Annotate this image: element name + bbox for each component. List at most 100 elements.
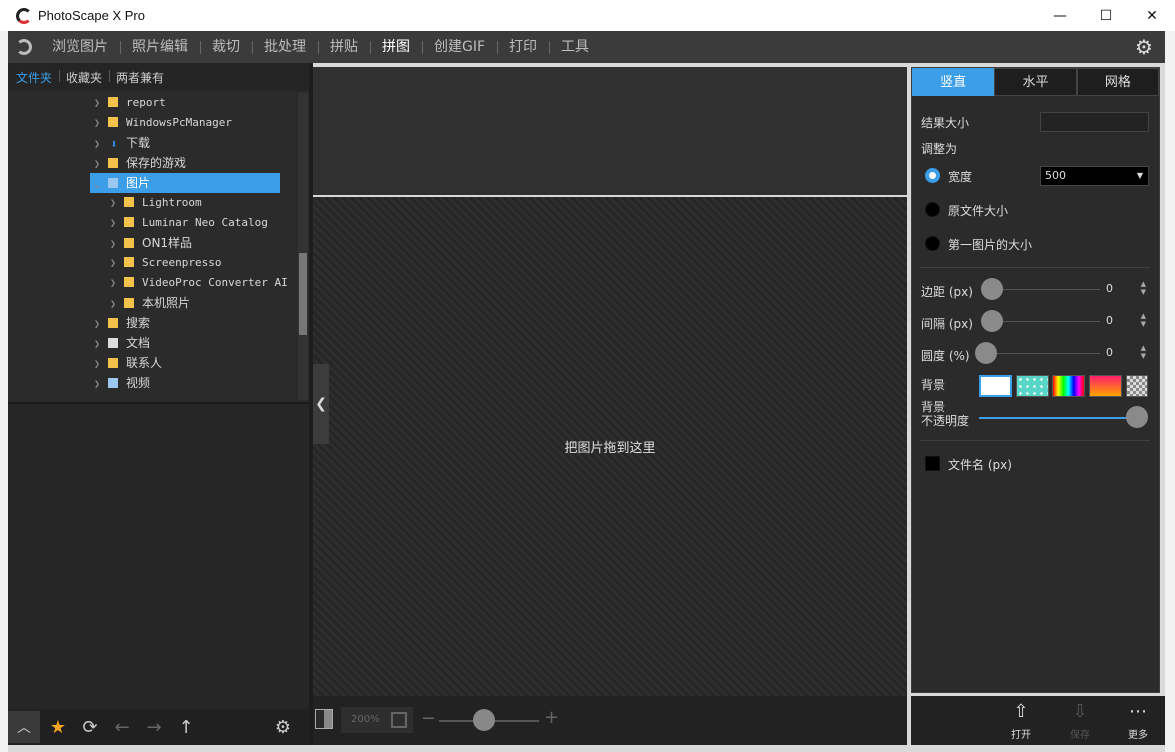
close-button[interactable]: ✕ — [1129, 0, 1175, 31]
background-rainbow-swatch[interactable] — [1052, 375, 1085, 397]
tree-item-pictures[interactable]: ⌄ 图片 — [90, 173, 280, 193]
tree-item-saved-games[interactable]: ❯ 保存的游戏 — [90, 153, 186, 173]
menu-create-gif[interactable]: 创建GIF — [422, 31, 497, 63]
refresh-icon[interactable]: ⟳ — [74, 711, 106, 743]
zoom-in-icon[interactable]: + — [544, 707, 559, 728]
favorite-star-icon[interactable]: ★ — [42, 711, 74, 743]
split-view-icon[interactable] — [315, 709, 333, 729]
background-gradient-swatch[interactable] — [1089, 375, 1122, 397]
menu-print[interactable]: 打印 — [497, 31, 549, 63]
tree-item-lightroom[interactable]: ❯ Lightroom — [106, 193, 202, 213]
tree-item-windowspcmanager[interactable]: ❯ WindowsPcManager — [90, 113, 232, 133]
roundness-number[interactable]: 0 ▲ ▼ — [1106, 344, 1150, 362]
opacity-slider-track[interactable] — [979, 417, 1129, 419]
tree-item-videos[interactable]: ❯ 视频 — [90, 373, 150, 393]
tree-item-documents[interactable]: ❯ 文档 — [90, 333, 150, 353]
menu-cut-out[interactable]: 裁切 — [200, 31, 252, 63]
tree-item-report[interactable]: ❯ report — [90, 93, 166, 113]
image-strip[interactable] — [313, 67, 907, 195]
tab-horizontal[interactable]: 水平 — [994, 68, 1077, 96]
opacity-slider-handle[interactable] — [1126, 406, 1148, 428]
browser-settings-gear-icon[interactable]: ⚙ — [267, 711, 299, 743]
menu-collage[interactable]: 拼贴 — [318, 31, 370, 63]
fit-to-screen-icon[interactable] — [391, 712, 407, 728]
margin-number[interactable]: 0 ▲ ▼ — [1106, 280, 1150, 298]
spacing-slider-track[interactable] — [992, 321, 1100, 322]
background-transparent-swatch[interactable] — [1126, 375, 1148, 397]
tree-item-contacts[interactable]: ❯ 联系人 — [90, 353, 162, 373]
chevron-right-icon[interactable]: ❯ — [90, 315, 104, 335]
browser-tabs: 文件夹 收藏夹 两者兼有 — [8, 63, 309, 91]
chevron-right-icon[interactable]: ❯ — [90, 355, 104, 375]
save-button[interactable]: ⇩ 保存 — [1060, 700, 1100, 741]
margin-slider-handle[interactable] — [981, 278, 1003, 300]
first-image-size-radio[interactable] — [925, 236, 940, 251]
chevron-right-icon[interactable]: ❯ — [106, 194, 120, 214]
tree-scroll-thumb[interactable] — [299, 253, 307, 335]
settings-gear-icon[interactable]: ⚙ — [1133, 36, 1155, 58]
tree-item-search[interactable]: ❯ 搜索 — [90, 313, 150, 333]
filename-checkbox[interactable] — [925, 456, 940, 471]
drop-zone[interactable]: 把图片拖到这里 — [313, 197, 907, 696]
chevron-right-icon[interactable]: ❯ — [106, 214, 120, 234]
tab-both[interactable]: 两者兼有 — [109, 69, 171, 86]
zoom-slider-handle[interactable] — [473, 709, 495, 731]
chevron-down-icon[interactable]: ⌄ — [90, 175, 104, 195]
menu-editor[interactable]: 照片编辑 — [120, 31, 200, 63]
tree-item-luminar-neo-catalog[interactable]: ❯ Luminar Neo Catalog — [106, 213, 268, 233]
chevron-right-icon[interactable]: ❯ — [90, 135, 104, 155]
roundness-slider-handle[interactable] — [975, 342, 997, 364]
forward-arrow-icon[interactable]: → — [138, 711, 170, 743]
combine-workspace: 把图片拖到这里 ❮ — [313, 67, 907, 696]
tree-item-downloads[interactable]: ❯ ⬇ 下载 — [90, 133, 150, 153]
background-pattern-swatch[interactable] — [1016, 375, 1049, 397]
browser-toolbar: ︿ ★ ⟳ ← → ↑ ⚙ — [8, 709, 309, 745]
chevron-right-icon[interactable]: ❯ — [90, 335, 104, 355]
collapse-up-button[interactable]: ︿ — [8, 711, 40, 743]
tab-vertical[interactable]: 竖直 — [912, 68, 995, 96]
chevron-right-icon[interactable]: ❯ — [106, 295, 120, 315]
tree-item-screenpresso[interactable]: ❯ Screenpresso — [106, 253, 222, 274]
chevron-right-icon[interactable]: ❯ — [90, 114, 104, 134]
tree-scrollbar[interactable] — [298, 93, 308, 400]
tree-item-local-photos[interactable]: ❯ 本机照片 — [106, 293, 190, 313]
tree-item-on1-samples[interactable]: ❯ ON1样品 — [106, 233, 192, 253]
width-select[interactable]: 500 ▼ — [1040, 166, 1149, 186]
menu-batch[interactable]: 批处理 — [252, 31, 318, 63]
more-button[interactable]: ⋯ 更多 — [1118, 700, 1158, 741]
menu-combine[interactable]: 拼图 — [370, 31, 422, 63]
roundness-slider-track[interactable] — [992, 353, 1100, 354]
maximize-button[interactable]: ☐ — [1083, 0, 1129, 31]
home-logo-icon[interactable] — [8, 31, 40, 63]
menu-tools[interactable]: 工具 — [549, 31, 601, 63]
zoom-out-icon[interactable]: − — [421, 708, 436, 729]
thumbnail-area[interactable] — [8, 404, 309, 709]
spinner-arrows-icon[interactable]: ▲ ▼ — [1141, 280, 1146, 296]
original-size-radio[interactable] — [925, 202, 940, 217]
chevron-right-icon[interactable]: ❯ — [90, 94, 104, 114]
file-browser-panel: 文件夹 收藏夹 两者兼有 ❯ report ❯ WindowsPcManager ❯… — [8, 63, 309, 745]
spacing-slider-handle[interactable] — [981, 310, 1003, 332]
background-white-swatch[interactable] — [979, 375, 1012, 397]
spinner-arrows-icon[interactable]: ▲ ▼ — [1141, 344, 1146, 360]
width-radio[interactable] — [925, 168, 940, 183]
parent-folder-up-icon[interactable]: ↑ — [170, 711, 202, 743]
tab-favorites[interactable]: 收藏夹 — [59, 69, 109, 86]
tree-item-videoproc-converter-ai[interactable]: ❯ VideoProc Converter AI — [106, 273, 288, 293]
chevron-right-icon[interactable]: ❯ — [106, 235, 120, 255]
tab-grid[interactable]: 网格 — [1076, 68, 1159, 96]
tab-folders[interactable]: 文件夹 — [16, 69, 59, 86]
back-arrow-icon[interactable]: ← — [106, 711, 138, 743]
spacing-number[interactable]: 0 ▲ ▼ — [1106, 312, 1150, 330]
main-menu-bar: 浏览图片 照片编辑 裁切 批处理 拼贴 拼图 创建GIF 打印 工具 ⚙ — [8, 31, 1165, 63]
chevron-right-icon[interactable]: ❯ — [106, 274, 120, 294]
spinner-arrows-icon[interactable]: ▲ ▼ — [1141, 312, 1146, 328]
margin-slider-track[interactable] — [992, 289, 1100, 290]
collapse-left-panel-chevron-icon[interactable]: ❮ — [313, 364, 329, 444]
chevron-right-icon[interactable]: ❯ — [90, 155, 104, 175]
chevron-right-icon[interactable]: ❯ — [90, 375, 104, 395]
open-button[interactable]: ⇧ 打开 — [1001, 700, 1041, 741]
minimize-button[interactable]: — — [1037, 0, 1083, 31]
chevron-right-icon[interactable]: ❯ — [106, 254, 120, 274]
menu-viewer[interactable]: 浏览图片 — [40, 31, 120, 63]
